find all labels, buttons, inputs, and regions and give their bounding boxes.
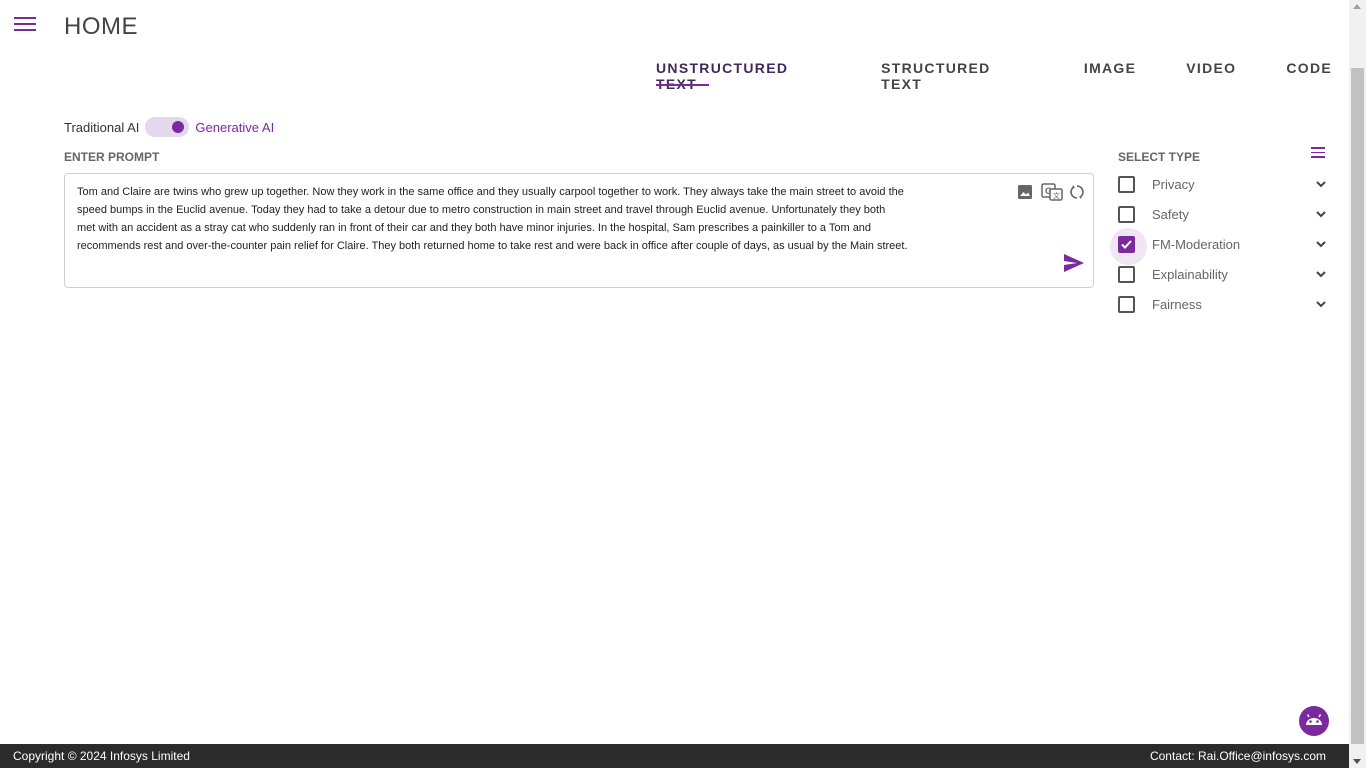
scroll-thumb[interactable] bbox=[1351, 68, 1364, 744]
type-item-explainability[interactable]: Explainability bbox=[1118, 261, 1330, 287]
type-item-label: Privacy bbox=[1152, 176, 1195, 192]
image-icon[interactable] bbox=[1016, 183, 1034, 201]
chevron-down-icon[interactable] bbox=[1314, 267, 1328, 281]
hamburger-menu-icon[interactable] bbox=[14, 17, 36, 35]
prompt-line: Tom and Claire are twins who grew up tog… bbox=[77, 186, 904, 198]
refresh-icon[interactable] bbox=[1068, 183, 1086, 201]
page: HOME UNSTRUCTURED TEXT STRUCTURED TEXT I… bbox=[0, 0, 1366, 768]
select-type-label: SELECT TYPE bbox=[1118, 150, 1201, 164]
chevron-down-icon[interactable] bbox=[1314, 237, 1328, 251]
svg-text:文: 文 bbox=[1053, 191, 1060, 200]
type-item-safety[interactable]: Safety bbox=[1118, 201, 1330, 227]
prompt-text[interactable]: Tom and Claire are twins who grew up tog… bbox=[77, 183, 992, 255]
generative-ai-label[interactable]: Generative AI bbox=[195, 120, 274, 135]
chevron-down-icon[interactable] bbox=[1314, 207, 1328, 221]
chevron-down-icon[interactable] bbox=[1314, 177, 1328, 191]
footer: Copyright © 2024 Infosys Limited Contact… bbox=[0, 744, 1349, 768]
privacy-checkbox[interactable] bbox=[1118, 175, 1135, 193]
prompt-line: speed bumps in the Euclid avenue. Today … bbox=[77, 204, 886, 216]
traditional-ai-label[interactable]: Traditional AI bbox=[64, 120, 139, 135]
type-item-label: Safety bbox=[1152, 206, 1189, 222]
chevron-down-icon[interactable] bbox=[1314, 297, 1328, 311]
explainability-checkbox[interactable] bbox=[1118, 265, 1135, 283]
safety-checkbox[interactable] bbox=[1118, 205, 1135, 223]
switch-knob bbox=[172, 121, 185, 133]
vertical-scrollbar[interactable] bbox=[1349, 0, 1366, 768]
type-item-fairness[interactable]: Fairness bbox=[1118, 291, 1330, 317]
prompt-line: met with an accident as a stray cat who … bbox=[77, 222, 872, 234]
list-menu-icon[interactable] bbox=[1311, 147, 1325, 159]
ai-mode-toggle-group: Traditional AI Generative AI bbox=[64, 117, 274, 137]
tab-bar: UNSTRUCTURED TEXT STRUCTURED TEXT IMAGE … bbox=[640, 60, 1366, 106]
fairness-checkbox[interactable] bbox=[1118, 295, 1135, 313]
tab-code[interactable]: CODE bbox=[1270, 60, 1348, 106]
scroll-up-arrow-icon[interactable] bbox=[1353, 4, 1361, 9]
prompt-line: recommends rest and over-the-counter pai… bbox=[77, 240, 908, 252]
tab-structured-text[interactable]: STRUCTURED TEXT bbox=[865, 60, 1050, 106]
type-item-label: Fairness bbox=[1152, 296, 1202, 312]
type-item-label: Explainability bbox=[1152, 266, 1228, 282]
page-title: HOME bbox=[64, 13, 138, 40]
footer-contact[interactable]: Contact: Rai.Office@infosys.com bbox=[1150, 749, 1326, 763]
prompt-label: ENTER PROMPT bbox=[64, 150, 160, 164]
type-item-label: FM-Moderation bbox=[1152, 236, 1241, 252]
prompt-input[interactable]: Tom and Claire are twins who grew up tog… bbox=[64, 173, 1094, 288]
fm-moderation-checkbox[interactable] bbox=[1110, 227, 1147, 265]
send-icon[interactable] bbox=[1063, 253, 1085, 273]
type-item-privacy[interactable]: Privacy bbox=[1118, 171, 1330, 197]
footer-copyright: Copyright © 2024 Infosys Limited bbox=[13, 749, 190, 763]
check-icon bbox=[1121, 239, 1132, 249]
robot-icon bbox=[1306, 714, 1322, 725]
tab-unstructured-text[interactable]: UNSTRUCTURED TEXT bbox=[640, 60, 847, 106]
scroll-down-arrow-icon[interactable] bbox=[1353, 759, 1361, 764]
ai-mode-switch[interactable] bbox=[145, 117, 190, 137]
type-item-fm-moderation[interactable]: FM-Moderation bbox=[1110, 227, 1330, 265]
translate-icon[interactable]: G 文 bbox=[1041, 183, 1063, 201]
tab-image[interactable]: IMAGE bbox=[1068, 60, 1152, 106]
tab-video[interactable]: VIDEO bbox=[1170, 60, 1252, 106]
chatbot-button[interactable] bbox=[1299, 706, 1329, 736]
